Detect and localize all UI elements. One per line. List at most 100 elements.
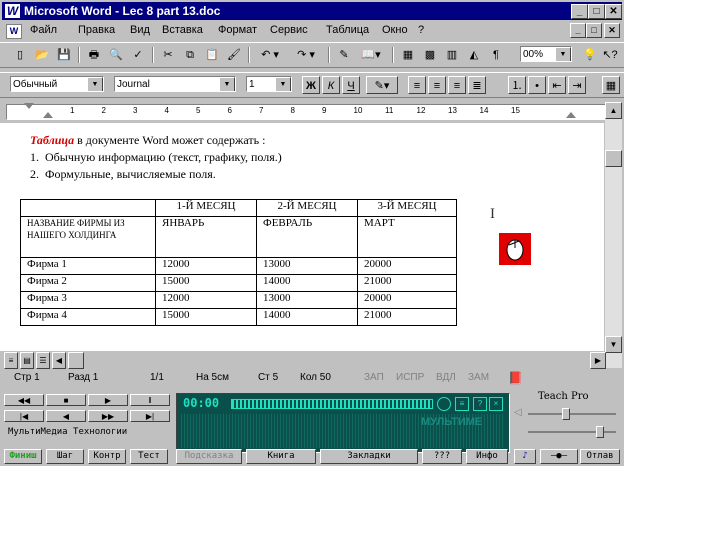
menu-insert[interactable]: Вставка <box>162 24 203 36</box>
scroll-up-icon[interactable]: ▲ <box>605 102 622 119</box>
font-combo[interactable]: Journal ▼ <box>114 76 236 92</box>
help-pointer-icon[interactable]: ↖? <box>600 46 620 64</box>
question-button[interactable]: ??? <box>422 449 462 464</box>
print-icon[interactable]: 🖶 <box>84 46 104 64</box>
justify-icon[interactable]: ≣ <box>468 76 486 94</box>
test-button[interactable]: Тест <box>130 449 168 464</box>
size-combo[interactable]: 1 ▼ <box>246 76 292 92</box>
format-painter-icon[interactable]: 🖌 <box>224 46 244 64</box>
align-right-icon[interactable]: ≡ <box>448 76 466 94</box>
control-button[interactable]: Контр <box>88 449 126 464</box>
finish-button[interactable]: Финиш <box>4 449 42 464</box>
normal-view-icon[interactable]: ≡ <box>4 352 18 369</box>
numbering-icon[interactable]: ⒈ <box>508 76 526 94</box>
left-indent-marker[interactable] <box>43 112 53 118</box>
ruler[interactable]: 1 2 3 4 5 6 7 8 9 10 11 12 13 14 15 <box>0 100 608 122</box>
style-combo[interactable]: Обычный ▼ <box>10 76 104 92</box>
volume-thumb[interactable] <box>562 408 570 420</box>
close-icon[interactable]: × <box>489 397 503 411</box>
horizontal-scrollbar[interactable]: ≡ ▤ ☰ ◀ ▶ <box>0 352 606 369</box>
status-rec[interactable]: ЗАП <box>364 371 384 385</box>
undo-icon[interactable]: ↶ ▾ <box>254 46 286 64</box>
insert-excel-icon[interactable]: ▩ <box>420 46 440 64</box>
prev-button[interactable]: |◀ <box>4 410 44 422</box>
status-trk[interactable]: ИСПР <box>396 371 424 385</box>
zoom-combo[interactable]: 00% ▼ <box>520 46 572 62</box>
increase-indent-icon[interactable]: ⇥ <box>568 76 586 94</box>
menu-tools[interactable]: Сервис <box>270 24 308 36</box>
close-button[interactable]: ✕ <box>605 4 622 19</box>
scroll-down-icon[interactable]: ▼ <box>605 336 622 353</box>
bold-button[interactable]: Ж <box>302 76 320 94</box>
status-ext[interactable]: ВДЛ <box>436 371 456 385</box>
document-area[interactable]: Таблица в документе Word может содержать… <box>0 123 604 351</box>
contents-button[interactable]: Отлав <box>580 449 620 464</box>
copy-icon[interactable]: ⧉ <box>180 46 200 64</box>
rewind-button[interactable]: ◀◀ <box>4 394 44 406</box>
hscroll-thumb[interactable] <box>68 352 84 369</box>
menu-help[interactable]: ? <box>418 24 424 36</box>
bullets-icon[interactable]: • <box>528 76 546 94</box>
menu-view[interactable]: Вид <box>130 24 150 36</box>
record-toggle-icon[interactable]: —●— <box>540 449 578 464</box>
first-line-indent-marker[interactable] <box>24 103 34 109</box>
info-button[interactable]: Инфо <box>466 449 508 464</box>
play-button[interactable]: ▶ <box>88 394 128 406</box>
menu-window[interactable]: Окно <box>382 24 408 36</box>
progress-track[interactable] <box>231 399 433 409</box>
status-ovr[interactable]: ЗАМ <box>468 371 489 385</box>
drawing-icon[interactable]: ◭ <box>464 46 484 64</box>
maximize-button[interactable]: □ <box>588 4 605 19</box>
print-preview-icon[interactable]: 🔍 <box>106 46 126 64</box>
doc-icon[interactable]: W <box>6 24 22 39</box>
show-marks-icon[interactable]: ¶ <box>486 46 506 64</box>
next-button[interactable]: ▶| <box>130 410 170 422</box>
mouse-icon[interactable] <box>499 233 531 265</box>
new-doc-icon[interactable]: ▯ <box>10 46 30 64</box>
right-indent-marker[interactable] <box>566 112 576 118</box>
step-button[interactable]: Шаг <box>46 449 84 464</box>
paste-icon[interactable]: 📋 <box>202 46 222 64</box>
hint-button[interactable]: Подсказка <box>176 449 242 464</box>
menu-edit[interactable]: Правка <box>78 24 115 36</box>
vertical-scrollbar[interactable]: ▲ ▼ <box>605 102 622 368</box>
decrease-indent-icon[interactable]: ⇤ <box>548 76 566 94</box>
chevron-down-icon[interactable]: ▼ <box>219 77 235 91</box>
menu-icon[interactable]: ≡ <box>455 397 469 411</box>
underline-button[interactable]: Ч <box>342 76 360 94</box>
redo-icon[interactable]: ↷ ▾ <box>290 46 322 64</box>
stop-button[interactable]: ■ <box>46 394 86 406</box>
doc-minimize-button[interactable]: _ <box>570 23 586 38</box>
help-icon[interactable]: ? <box>473 397 487 411</box>
chevron-down-icon[interactable]: ▼ <box>555 47 571 61</box>
tipwizard-icon[interactable]: 💡 <box>580 46 600 64</box>
autotext-icon[interactable]: ✎ <box>334 46 354 64</box>
back-button[interactable]: ◀ <box>46 410 86 422</box>
book-button[interactable]: Книга <box>246 449 316 464</box>
title-bar[interactable]: W Microsoft Word - Lec 8 part 13.doc _ □… <box>2 2 622 20</box>
cut-icon[interactable]: ✂ <box>158 46 178 64</box>
scroll-thumb[interactable] <box>605 150 622 167</box>
scroll-left-icon[interactable]: ◀ <box>52 352 66 369</box>
doc-restore-button[interactable]: □ <box>586 23 602 38</box>
doc-close-button[interactable]: ✕ <box>604 23 620 38</box>
highlight-icon[interactable]: ✎▾ <box>366 76 398 94</box>
music-icon[interactable]: ♪ <box>514 449 536 464</box>
minimize-button[interactable]: _ <box>571 4 588 19</box>
insert-address-icon[interactable]: 📖▾ <box>356 46 386 64</box>
menu-table[interactable]: Таблица <box>326 24 369 36</box>
open-folder-icon[interactable]: 📂 <box>32 46 52 64</box>
volume-slider[interactable] <box>528 413 616 415</box>
bookmarks-button[interactable]: Закладки <box>320 449 418 464</box>
chevron-down-icon[interactable]: ▼ <box>87 77 103 91</box>
word-logo-icon[interactable]: W <box>5 4 20 18</box>
save-icon[interactable]: 💾 <box>54 46 74 64</box>
menu-format[interactable]: Формат <box>218 24 257 36</box>
columns-icon[interactable]: ▥ <box>442 46 462 64</box>
spelling-icon[interactable]: ✓ <box>128 46 148 64</box>
outline-view-icon[interactable]: ☰ <box>36 352 50 369</box>
pause-button[interactable]: ‖ <box>130 394 170 406</box>
menu-file[interactable]: Файл <box>30 24 57 36</box>
italic-button[interactable]: К <box>322 76 340 94</box>
page-view-icon[interactable]: ▤ <box>20 352 34 369</box>
